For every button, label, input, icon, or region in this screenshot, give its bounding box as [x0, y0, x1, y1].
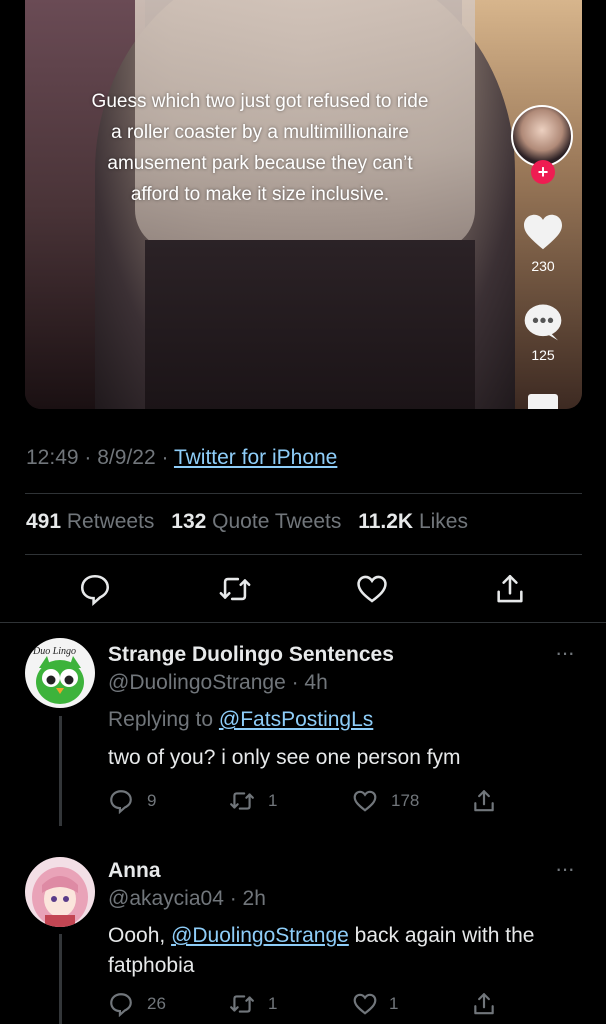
reply-author-handle[interactable]: @akaycia04 · 2h — [108, 887, 266, 911]
retweets-stat[interactable]: 491 Retweets — [26, 510, 154, 533]
mention-link[interactable]: @DuolingoStrange — [171, 924, 349, 947]
tiktok-comment-count: 125 — [531, 347, 555, 363]
retweet-icon[interactable] — [229, 991, 255, 1017]
section-divider — [0, 622, 606, 623]
reply-action-bar: 26 1 1 — [0, 991, 606, 1017]
like-count: 1 — [389, 994, 399, 1013]
anime-girl-avatar — [25, 857, 95, 927]
replying-to-label: Replying to — [108, 708, 214, 731]
like-icon[interactable] — [355, 572, 389, 606]
duolingo-owl-avatar: Duo Lingo — [25, 638, 95, 708]
reply-author-name[interactable]: Anna — [108, 859, 161, 883]
reply-count: 26 — [147, 994, 166, 1013]
share-icon[interactable] — [471, 788, 497, 814]
reply-text: two of you? i only see one person fym — [108, 746, 461, 769]
tiktok-follow-plus-icon[interactable]: + — [531, 160, 555, 184]
tweet-stats: 491 Retweets 132 Quote Tweets 11.2K Like… — [26, 510, 468, 534]
tiktok-sidebar: + 230 125 — [25, 0, 582, 409]
tweet-timestamp: 12:49 · 8/9/22 · Twitter for iPhone — [26, 446, 337, 470]
reply-author-name[interactable]: Strange Duolingo Sentences — [108, 643, 394, 667]
retweet-icon[interactable] — [218, 572, 252, 606]
avatar-scribble-text: Duo Lingo — [32, 646, 76, 657]
tweet-time: 12:49 — [26, 446, 79, 469]
meta-separator: · — [161, 446, 169, 469]
meta-separator: · — [84, 446, 92, 469]
likes-label: Likes — [418, 510, 468, 533]
divider — [25, 493, 582, 494]
tiktok-creator-avatar[interactable] — [511, 105, 573, 167]
share-icon[interactable] — [493, 572, 527, 606]
reply-icon[interactable] — [108, 991, 134, 1017]
retweets-count: 491 — [26, 510, 62, 533]
tiktok-share-icon[interactable] — [528, 394, 558, 409]
like-icon[interactable] — [352, 788, 378, 814]
quotes-label: Quote Tweets — [212, 510, 342, 533]
likes-stat[interactable]: 11.2K Likes — [358, 510, 468, 533]
tiktok-like-count: 230 — [531, 258, 555, 274]
quotes-count: 132 — [171, 510, 207, 533]
tweet-video[interactable]: Guess which two just got refused to ride… — [25, 0, 582, 409]
retweet-count: 1 — [268, 994, 278, 1013]
tweet-action-bar — [0, 572, 606, 606]
avatar-duolingo[interactable]: Duo Lingo — [25, 638, 95, 708]
likes-count: 11.2K — [358, 510, 414, 533]
reply-text: Oooh, @DuolingoStrange back again with t… — [108, 921, 578, 981]
tweet-source-link[interactable]: Twitter for iPhone — [174, 446, 337, 469]
like-count: 178 — [391, 791, 420, 810]
reply-author-handle[interactable]: @DuolingoStrange · 4h — [108, 671, 328, 695]
more-options-icon[interactable]: ··· — [555, 856, 575, 882]
reply-icon[interactable] — [78, 572, 112, 606]
retweet-count: 1 — [268, 791, 278, 810]
more-options-icon[interactable]: ··· — [555, 640, 575, 666]
retweet-icon[interactable] — [229, 788, 255, 814]
replying-to: Replying to @FatsPostingLs — [108, 708, 373, 732]
reply-action-bar: 9 1 178 — [0, 788, 606, 814]
replying-to-handle[interactable]: @FatsPostingLs — [219, 708, 373, 731]
quotes-stat[interactable]: 132 Quote Tweets — [171, 510, 341, 533]
divider — [25, 554, 582, 555]
tiktok-heart-icon[interactable] — [522, 213, 564, 251]
like-icon[interactable] — [352, 991, 378, 1017]
avatar-anna[interactable] — [25, 857, 95, 927]
tiktok-comment-icon[interactable] — [522, 302, 564, 342]
retweets-label: Retweets — [66, 510, 155, 533]
reply-text-prefix: Oooh, — [108, 924, 166, 947]
tweet-date: 8/9/22 — [97, 446, 156, 469]
share-icon[interactable] — [471, 991, 497, 1017]
reply-icon[interactable] — [108, 788, 134, 814]
reply-count: 9 — [147, 791, 157, 810]
